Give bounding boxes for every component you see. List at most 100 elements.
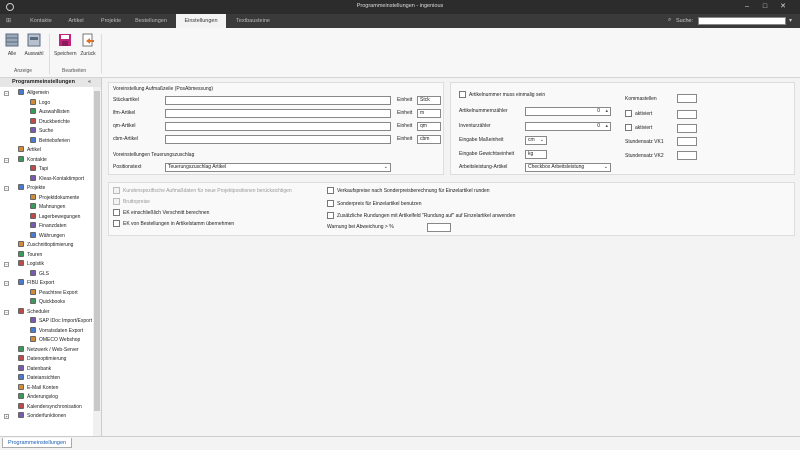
option-checkbox[interactable]	[113, 209, 120, 216]
sidebar-item-label: Dateiansichten	[27, 375, 61, 381]
collapse-icon[interactable]: −	[4, 281, 9, 286]
collapse-icon[interactable]: −	[4, 186, 9, 191]
sidebar-item[interactable]: − Allgemein	[4, 89, 49, 98]
tab-icon[interactable]: ⊞	[6, 17, 16, 25]
sidebar-item[interactable]: Lagerbewegungen	[30, 212, 80, 222]
active1-checkbox[interactable]	[625, 110, 632, 117]
settings-node-icon	[18, 250, 24, 257]
sidebar-item[interactable]: Währungen	[30, 231, 65, 241]
sidebar-item[interactable]: − Logistik	[4, 260, 44, 269]
sidebar-item[interactable]: Kleas-Kontaktimport	[30, 174, 84, 184]
sidebar-item[interactable]: Projektdokumente	[30, 193, 79, 203]
close-icon[interactable]: ✕	[776, 2, 790, 12]
sidebar-item[interactable]: Vorratsdaten Export	[30, 326, 83, 336]
sidebar-item[interactable]: Finanzdaten	[30, 222, 67, 231]
sidebar-item[interactable]: OMECO Webshop	[30, 336, 80, 345]
option-checkbox[interactable]	[113, 220, 120, 227]
spinner-icon[interactable]: ▴	[605, 108, 608, 115]
unit-input[interactable]: m	[417, 109, 441, 118]
search-go-icon[interactable]: ▾	[789, 17, 792, 24]
decimals-input[interactable]	[677, 94, 697, 103]
collapse-icon[interactable]: −	[4, 309, 9, 315]
active2-checkbox[interactable]	[625, 124, 632, 131]
unit-input[interactable]: qm	[417, 122, 441, 131]
option-checkbox[interactable]	[113, 187, 120, 194]
sidebar-item[interactable]: Zuschnittoptimierung	[18, 241, 73, 250]
sidebar-item[interactable]: Mahnungen	[30, 203, 65, 212]
position-text-select[interactable]: Teuerungszuschlag Artikel ⌄	[165, 163, 391, 172]
rate2-input[interactable]	[677, 151, 697, 160]
sidebar-item[interactable]: Netzwerk / Web-Server	[18, 345, 79, 355]
sidebar-item[interactable]: Druckberichte	[30, 117, 70, 127]
article-counter-input[interactable]: 0 ▴	[525, 107, 611, 116]
markup-row-input[interactable]	[165, 109, 391, 118]
tab-kontakte[interactable]: Kontakte	[24, 14, 58, 28]
measure-unit-select[interactable]: cm ⌄	[525, 136, 547, 145]
sidebar-item[interactable]: − Projekte	[4, 184, 45, 193]
sidebar-item[interactable]: Datenoptimierung	[18, 355, 66, 364]
sidebar-item[interactable]: − FIBU Export	[4, 279, 54, 288]
active2-input[interactable]	[677, 124, 697, 133]
option-checkbox[interactable]	[327, 187, 334, 194]
back-label: Zurück	[80, 51, 96, 57]
sidebar-item[interactable]: Logo	[30, 98, 50, 108]
sidebar-item[interactable]: Kalendersynchronisation	[18, 402, 82, 412]
sidebar-item[interactable]: − Scheduler	[4, 307, 50, 317]
option-checkbox[interactable]	[113, 198, 120, 205]
sidebar-item[interactable]: Änderungslog	[18, 393, 58, 402]
sidebar-scrollbar[interactable]	[93, 87, 101, 436]
sidebar-item[interactable]: + Sonderfunktionen	[4, 412, 66, 421]
sidebar-item[interactable]: − Kontakte	[4, 155, 47, 165]
sidebar-item[interactable]: Tapi	[30, 165, 48, 174]
inventory-counter-input[interactable]: 0 ▴	[525, 122, 611, 131]
maximize-icon[interactable]: □	[758, 2, 772, 12]
markup-row-input[interactable]	[165, 96, 391, 105]
sidebar-item[interactable]: Datenbank	[18, 364, 51, 374]
rate1-input[interactable]	[677, 137, 697, 146]
sidebar-item[interactable]: SAP IDoc Import/Export	[30, 317, 92, 326]
sidebar-item[interactable]: Peachtree Export	[30, 288, 78, 298]
markup-row-input[interactable]	[165, 122, 391, 131]
tab-bestellungen[interactable]: Bestellungen	[130, 14, 172, 28]
spinner-icon[interactable]: ▴	[605, 123, 608, 130]
show-all-button[interactable]: Alle	[1, 32, 23, 57]
tab-programmeinstellungen[interactable]: Programmeinstellungen	[2, 438, 73, 448]
search-input[interactable]	[698, 17, 786, 25]
sidebar-item[interactable]: Quickbooks	[30, 298, 65, 307]
expand-icon[interactable]: +	[4, 414, 9, 419]
weight-unit-input[interactable]: kg	[525, 150, 547, 159]
unit-input[interactable]: cbm	[417, 135, 441, 144]
collapse-icon[interactable]: −	[4, 157, 9, 163]
show-selection-button[interactable]: Auswahl	[23, 32, 45, 57]
sidebar-item[interactable]: E-Mail Konten	[18, 383, 58, 393]
minimize-icon[interactable]: –	[740, 2, 754, 12]
tab-artikel[interactable]: Artikel	[62, 14, 90, 28]
option-checkbox[interactable]	[327, 199, 334, 207]
sidebar-item[interactable]: Suche	[30, 127, 53, 136]
sidebar-item[interactable]: Auswahllisten	[30, 108, 70, 117]
tab-projekte[interactable]: Projekte	[94, 14, 128, 28]
warning-deviation-input[interactable]	[427, 223, 451, 232]
option-label: Bruttopreise	[123, 199, 150, 205]
sidebar-item[interactable]: GLS	[30, 269, 49, 279]
markup-row-input[interactable]	[165, 135, 391, 144]
back-button[interactable]: Zurück	[77, 32, 99, 57]
sidebar-item[interactable]: Touren	[18, 250, 42, 260]
option-checkbox[interactable]	[327, 212, 334, 219]
collapse-icon[interactable]: −	[4, 262, 9, 267]
collapse-icon[interactable]: −	[4, 91, 9, 96]
unique-article-number-checkbox[interactable]	[459, 91, 466, 98]
tab-textbausteine[interactable]: Textbausteine	[230, 14, 276, 28]
save-button[interactable]: Speichern	[54, 32, 77, 57]
scrollbar-thumb[interactable]	[94, 91, 100, 411]
active1-input[interactable]	[677, 110, 697, 119]
sidebar-item-label: Netzwerk / Web-Server	[27, 346, 79, 353]
sidebar-item[interactable]: Dateiansichten	[18, 374, 60, 383]
sidebar-item[interactable]: Betriebsferien	[30, 136, 70, 146]
work-article-select[interactable]: Checkbox Arbeitsleistung ⌄	[525, 163, 611, 172]
settings-node-icon	[30, 98, 36, 105]
collapse-sidebar-button[interactable]: «	[88, 78, 91, 87]
unit-input[interactable]: Stck	[417, 96, 441, 105]
sidebar-item[interactable]: Artikel	[18, 146, 41, 155]
tab-einstellungen[interactable]: Einstellungen	[176, 14, 226, 28]
